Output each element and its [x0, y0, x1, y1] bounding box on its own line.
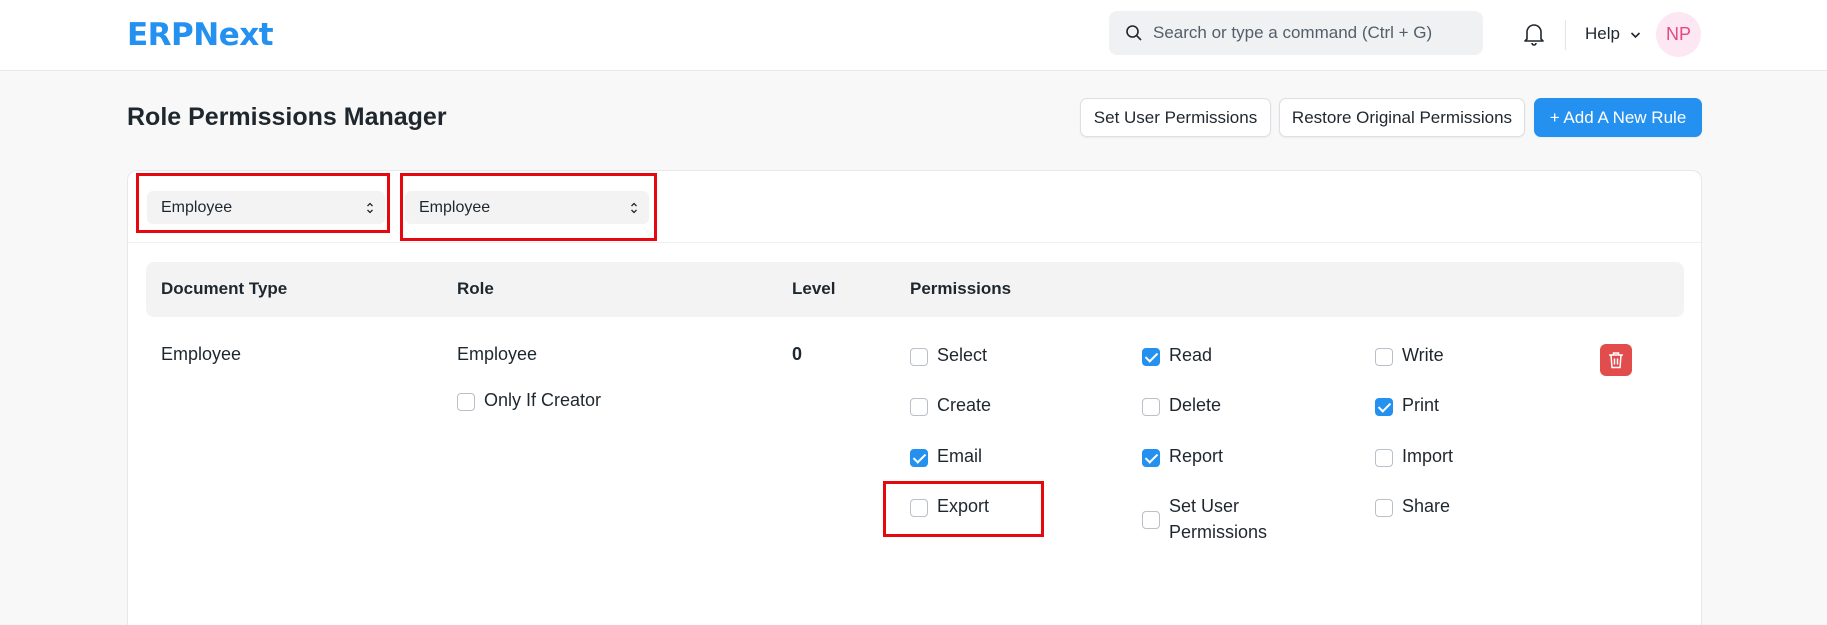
trash-icon: [1609, 352, 1623, 369]
search-icon: [1126, 25, 1142, 41]
perm-select-checkbox[interactable]: [910, 348, 928, 366]
perm-share-checkbox[interactable]: [1375, 499, 1393, 517]
perm-email-checkbox[interactable]: [910, 449, 928, 467]
perm-write-label: Write: [1402, 345, 1444, 365]
add-new-rule-button[interactable]: + Add A New Rule: [1534, 98, 1702, 137]
row-role: Employee: [457, 344, 538, 364]
perm-read-label: Read: [1169, 345, 1213, 365]
search-bar[interactable]: [1109, 11, 1483, 55]
chevron-down-icon: [1630, 31, 1640, 38]
set-user-permissions-button[interactable]: Set User Permissions: [1080, 98, 1271, 137]
perm-delete-checkbox[interactable]: [1142, 398, 1160, 416]
perm-print-label: Print: [1402, 395, 1440, 415]
highlight-box-doctype: [136, 173, 390, 233]
perm-set-user-permissions-label: Set User Permissions: [1169, 496, 1268, 542]
perm-print-checkbox[interactable]: [1375, 398, 1393, 416]
header-document-type: Document Type: [161, 279, 288, 298]
perm-write-checkbox[interactable]: [1375, 348, 1393, 366]
highlight-box-export: [883, 481, 1044, 537]
permissions-card: Employee Employee Document Type Role Lev…: [127, 170, 1702, 625]
table-header: Document Type Role Level Permissions: [146, 262, 1684, 317]
erpnext-logo[interactable]: ERPNext: [127, 17, 274, 53]
perm-email-label: Email: [937, 446, 983, 466]
bell-icon[interactable]: [1522, 21, 1546, 47]
perm-report-label: Report: [1169, 446, 1224, 466]
header-permissions: Permissions: [910, 279, 1012, 298]
highlight-box-role: [400, 173, 657, 241]
navbar-divider: [1565, 20, 1566, 50]
row-document-type: Employee: [161, 344, 242, 364]
avatar[interactable]: NP: [1656, 12, 1701, 57]
navbar: ERPNext Help NP: [0, 0, 1827, 71]
page-title: Role Permissions Manager: [127, 103, 447, 131]
perm-select-label: Select: [937, 345, 988, 365]
help-dropdown[interactable]: Help: [1585, 24, 1641, 44]
perm-import-checkbox[interactable]: [1375, 449, 1393, 467]
header-role: Role: [457, 279, 494, 298]
perm-read-checkbox[interactable]: [1142, 348, 1160, 366]
restore-original-permissions-button[interactable]: Restore Original Permissions: [1279, 98, 1525, 137]
perm-report-checkbox[interactable]: [1142, 449, 1160, 467]
perm-create-label: Create: [937, 395, 992, 415]
only-if-creator-label: Only If Creator: [484, 390, 602, 410]
perm-create-checkbox[interactable]: [910, 398, 928, 416]
perm-delete-label: Delete: [1169, 395, 1222, 415]
delete-rule-button[interactable]: [1600, 344, 1632, 376]
search-input[interactable]: [1153, 11, 1473, 55]
help-label: Help: [1585, 24, 1620, 43]
only-if-creator-checkbox[interactable]: [457, 393, 475, 411]
perm-set-user-permissions-checkbox[interactable]: [1142, 511, 1160, 529]
row-level: 0: [792, 344, 803, 364]
perm-import-label: Import: [1402, 446, 1454, 466]
perm-share-label: Share: [1402, 496, 1451, 516]
header-level: Level: [792, 279, 836, 298]
